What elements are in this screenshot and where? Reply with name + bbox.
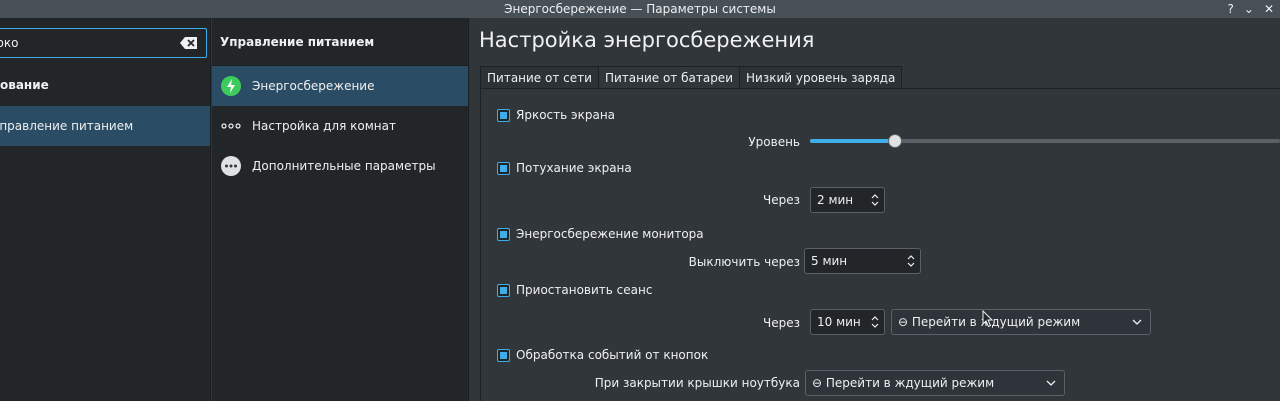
close-icon[interactable]: ✕: [1264, 2, 1274, 16]
help-icon[interactable]: ?: [1228, 2, 1234, 16]
checkbox-box[interactable]: [497, 161, 510, 175]
subnav-item-power-saving[interactable]: Энергосбережение: [212, 66, 468, 106]
brightness-slider-fill: [810, 139, 895, 143]
minimize-icon[interactable]: ⌄: [1244, 2, 1254, 16]
clear-search-icon[interactable]: [180, 36, 198, 50]
checkbox-box[interactable]: [497, 227, 510, 241]
lid-close-label: При закрытии крышки ноутбука: [594, 376, 800, 390]
search-input[interactable]: [0, 29, 159, 57]
page-title: Настройка энергосбережения: [479, 28, 815, 52]
dim-timeout-value: 2 мин: [817, 193, 854, 207]
subcategory-list: Управление питанием Энергосбережение Нас…: [212, 18, 469, 401]
dim-after-label: Через: [763, 193, 800, 207]
more-options-icon: [220, 155, 242, 177]
tab-low-battery[interactable]: Низкий уровень заряда: [739, 66, 903, 88]
dim-timeout-spinbox[interactable]: 2 мин: [810, 187, 885, 213]
subnav-item-label: Дополнительные параметры: [252, 159, 436, 173]
sidebar-item-label: Управление питанием: [0, 119, 134, 133]
suspend-checkbox[interactable]: Приостановить сеанс: [497, 283, 652, 297]
brightness-slider-handle[interactable]: [888, 134, 902, 148]
subnav-item-advanced[interactable]: Дополнительные параметры: [212, 146, 468, 186]
category-header: ование: [0, 78, 49, 92]
brightness-checkbox[interactable]: Яркость экрана: [497, 108, 615, 122]
checkbox-box[interactable]: [497, 348, 510, 362]
button-events-checkbox[interactable]: Обработка событий от кнопок: [497, 348, 708, 362]
suspend-label: Приостановить сеанс: [516, 283, 653, 297]
category-sidebar: ование Управление питанием: [0, 18, 211, 401]
activities-icon: [220, 115, 242, 137]
checkbox-box[interactable]: [497, 108, 510, 122]
lid-action-value: ⊖ Перейти в ждущий режим: [812, 376, 995, 390]
chevron-down-icon: [1046, 380, 1056, 386]
mouse-cursor-icon: [982, 310, 994, 328]
dpms-label: Энергосбережение монитора: [516, 227, 704, 241]
subnav-item-activities[interactable]: Настройка для комнат: [212, 106, 468, 146]
window-controls: ? ⌄ ✕: [1228, 0, 1280, 18]
suspend-timeout-value: 10 мин: [817, 315, 861, 329]
suspend-timeout-spinbox[interactable]: 10 мин: [810, 309, 885, 335]
checkbox-box[interactable]: [497, 283, 510, 297]
spin-arrows-icon[interactable]: [870, 315, 880, 329]
subnav-item-label: Энергосбережение: [252, 79, 375, 93]
power-saving-icon: [220, 75, 242, 97]
subnav-item-label: Настройка для комнат: [252, 119, 396, 133]
search-field[interactable]: [0, 28, 207, 58]
chevron-down-icon: [1132, 319, 1142, 325]
dpms-timeout-value: 5 мин: [811, 254, 848, 268]
sidebar-item-power-management[interactable]: Управление питанием: [0, 106, 210, 146]
dpms-after-label: Выключить через: [688, 255, 800, 269]
spin-arrows-icon[interactable]: [870, 193, 880, 207]
tab-bar: Питание от сети Питание от батареи Низки…: [480, 66, 903, 88]
brightness-level-label: Уровень: [748, 135, 800, 149]
dim-screen-label: Потухание экрана: [516, 161, 632, 175]
tab-battery[interactable]: Питание от батареи: [597, 66, 740, 88]
settings-panel: Настройка энергосбережения Питание от се…: [470, 18, 1280, 401]
brightness-label: Яркость экрана: [516, 108, 616, 122]
suspend-after-label: Через: [763, 316, 800, 330]
subcategory-header: Управление питанием: [212, 18, 469, 66]
suspend-action-select[interactable]: ⊖ Перейти в ждущий режим: [891, 309, 1151, 335]
dim-screen-checkbox[interactable]: Потухание экрана: [497, 161, 632, 175]
dpms-checkbox[interactable]: Энергосбережение монитора: [497, 227, 704, 241]
lid-action-select[interactable]: ⊖ Перейти в ждущий режим: [805, 370, 1065, 396]
button-events-label: Обработка событий от кнопок: [516, 348, 709, 362]
dpms-timeout-spinbox[interactable]: 5 мин: [804, 248, 921, 274]
tab-ac-power[interactable]: Питание от сети: [480, 66, 599, 88]
window-titlebar: Энергосбережение — Параметры системы ? ⌄…: [0, 0, 1280, 18]
spin-arrows-icon[interactable]: [906, 254, 916, 268]
window-title: Энергосбережение — Параметры системы: [504, 2, 776, 16]
